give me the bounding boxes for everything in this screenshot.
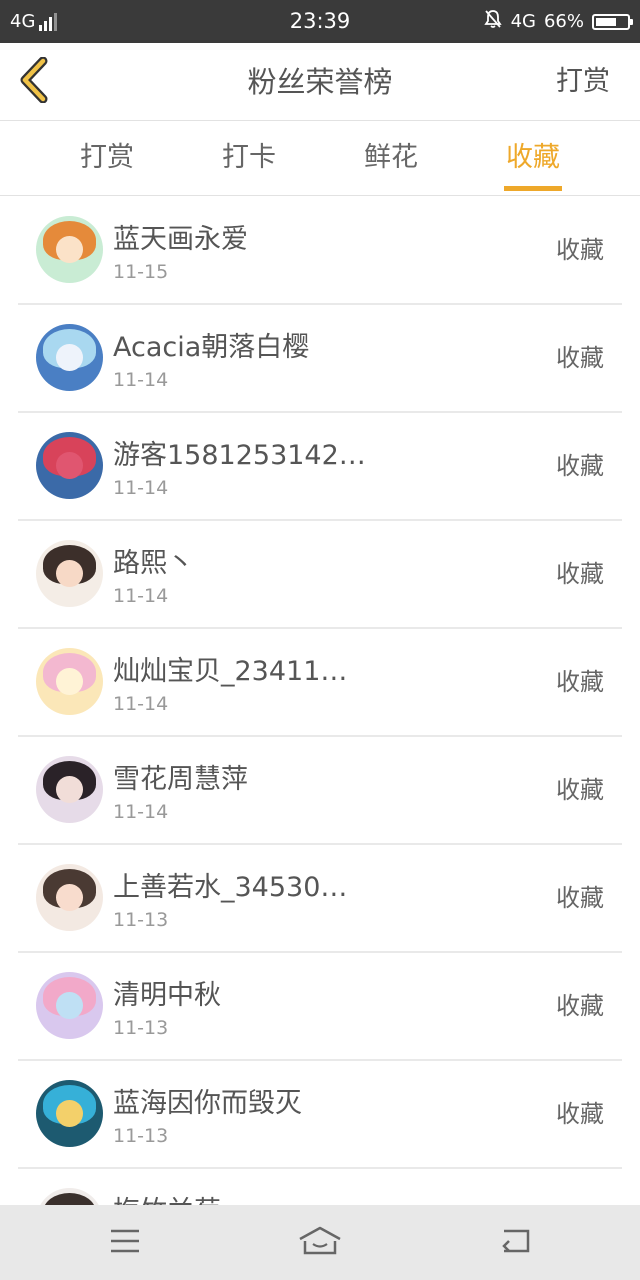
item-date: 11-14 bbox=[113, 801, 169, 823]
list-item[interactable]: 上善若水_34530… 11-13 收藏 bbox=[18, 845, 622, 953]
bell-muted-icon bbox=[483, 9, 503, 34]
user-name: Acacia朝落白樱 bbox=[113, 332, 310, 363]
fan-list[interactable]: 蓝天画永爱 11-15 收藏 Acacia朝落白樱 11-14 收藏 游客158… bbox=[0, 197, 640, 1205]
item-date: 11-13 bbox=[113, 909, 169, 931]
item-date: 11-13 bbox=[113, 1017, 169, 1039]
item-action: 收藏 bbox=[556, 884, 604, 912]
list-item[interactable]: 清明中秋 11-13 收藏 bbox=[18, 953, 622, 1061]
page-title: 粉丝荣誉榜 bbox=[247, 65, 393, 99]
status-right: 4G 66% bbox=[483, 0, 633, 43]
tab-checkin[interactable]: 打卡 bbox=[178, 121, 320, 196]
system-nav-bar bbox=[0, 1205, 640, 1280]
network-type-right: 4G bbox=[510, 11, 536, 32]
home-button[interactable] bbox=[280, 1205, 360, 1280]
user-name: 灿灿宝贝_23411… bbox=[113, 656, 348, 687]
battery-icon bbox=[592, 13, 633, 30]
item-action: 收藏 bbox=[556, 776, 604, 804]
avatar bbox=[36, 432, 103, 499]
user-name: 清明中秋 bbox=[113, 980, 221, 1011]
list-item[interactable]: 梅竹兰菊 bbox=[18, 1169, 622, 1205]
avatar bbox=[36, 864, 103, 931]
item-date: 11-14 bbox=[113, 369, 169, 391]
tab-label: 收藏 bbox=[506, 142, 560, 173]
user-name: 蓝天画永爱 bbox=[113, 224, 248, 255]
item-action: 收藏 bbox=[556, 992, 604, 1020]
home-icon bbox=[298, 1226, 342, 1260]
status-bar: 4G 23:39 4G 66% bbox=[0, 0, 640, 43]
user-name: 雪花周慧萍 bbox=[113, 764, 248, 795]
item-date: 11-14 bbox=[113, 477, 169, 499]
list-item[interactable]: 灿灿宝贝_23411… 11-14 收藏 bbox=[18, 629, 622, 737]
item-date: 11-13 bbox=[113, 1125, 169, 1147]
item-date: 11-14 bbox=[113, 585, 169, 607]
list-item[interactable]: Acacia朝落白樱 11-14 收藏 bbox=[18, 305, 622, 413]
menu-button[interactable] bbox=[85, 1205, 165, 1280]
active-tab-indicator bbox=[504, 186, 562, 191]
tab-label: 打卡 bbox=[222, 142, 276, 173]
avatar bbox=[36, 756, 103, 823]
back-icon bbox=[498, 1228, 532, 1258]
tab-label: 打赏 bbox=[80, 142, 134, 173]
user-name: 上善若水_34530… bbox=[113, 872, 348, 903]
item-action: 收藏 bbox=[556, 236, 604, 264]
list-item[interactable]: 雪花周慧萍 11-14 收藏 bbox=[18, 737, 622, 845]
avatar bbox=[36, 972, 103, 1039]
reward-button[interactable]: 打赏 bbox=[556, 43, 610, 121]
tab-bar: 打赏 打卡 鲜花 收藏 bbox=[0, 121, 640, 196]
app-screen: 4G 23:39 4G 66% 粉丝荣誉榜 打赏 打赏 打卡 鲜花 收藏 蓝天画… bbox=[0, 0, 640, 1280]
avatar bbox=[36, 324, 103, 391]
user-name: 游客1581253142… bbox=[113, 440, 366, 471]
user-name: 梅竹兰菊 bbox=[113, 1189, 221, 1205]
item-action: 收藏 bbox=[556, 668, 604, 696]
tab-label: 鲜花 bbox=[364, 142, 418, 173]
user-name: 路熙丶 bbox=[113, 548, 194, 579]
tab-flowers[interactable]: 鲜花 bbox=[320, 121, 462, 196]
avatar bbox=[36, 648, 103, 715]
avatar bbox=[36, 540, 103, 607]
list-item[interactable]: 蓝天画永爱 11-15 收藏 bbox=[18, 197, 622, 305]
back-nav-button[interactable] bbox=[475, 1205, 555, 1280]
user-name: 蓝海因你而毁灭 bbox=[113, 1088, 302, 1119]
avatar bbox=[36, 216, 103, 283]
list-item[interactable]: 游客1581253142… 11-14 收藏 bbox=[18, 413, 622, 521]
item-action: 收藏 bbox=[556, 560, 604, 588]
item-action: 收藏 bbox=[556, 344, 604, 372]
list-item[interactable]: 蓝海因你而毁灭 11-13 收藏 bbox=[18, 1061, 622, 1169]
header: 粉丝荣誉榜 打赏 bbox=[0, 43, 640, 121]
avatar bbox=[36, 1080, 103, 1147]
avatar bbox=[36, 1188, 103, 1205]
menu-icon bbox=[109, 1228, 141, 1258]
tab-favorites[interactable]: 收藏 bbox=[462, 121, 604, 196]
item-action: 收藏 bbox=[556, 1100, 604, 1128]
item-date: 11-14 bbox=[113, 693, 169, 715]
item-date: 11-15 bbox=[113, 261, 169, 283]
list-item[interactable]: 路熙丶 11-14 收藏 bbox=[18, 521, 622, 629]
tab-reward[interactable]: 打赏 bbox=[36, 121, 178, 196]
battery-percent: 66% bbox=[543, 11, 584, 32]
item-action: 收藏 bbox=[556, 452, 604, 480]
